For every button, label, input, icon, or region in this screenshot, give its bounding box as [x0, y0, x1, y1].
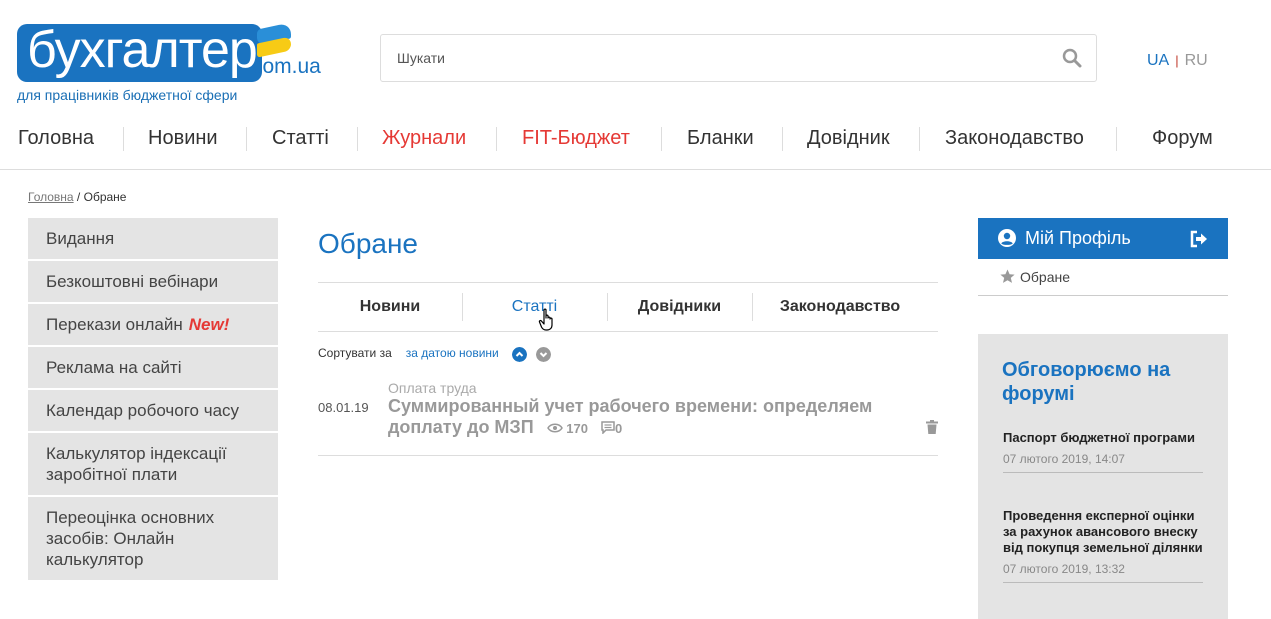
search-icon[interactable]: [1062, 48, 1082, 68]
nav-item-journals[interactable]: Журнали: [382, 127, 466, 150]
nav-divider: [919, 127, 920, 151]
new-badge: New!: [188, 315, 230, 334]
lang-ru-link[interactable]: RU: [1185, 52, 1208, 69]
breadcrumb-current: Обране: [83, 190, 127, 204]
views-count: 170: [566, 421, 588, 436]
favorite-article-item: 08.01.19 Оплата труда Суммированный учет…: [318, 378, 938, 456]
breadcrumb-home-link[interactable]: Головна: [28, 190, 74, 204]
sidebar-item-work-calendar[interactable]: Календар робочого часу: [28, 390, 278, 433]
favorites-link[interactable]: Обране: [978, 259, 1228, 296]
nav-divider: [246, 127, 247, 151]
trash-icon[interactable]: [926, 420, 938, 434]
lang-ua-link[interactable]: UA: [1147, 52, 1169, 69]
comment-icon: [601, 421, 615, 435]
nav-divider: [496, 127, 497, 151]
sidebar-item-online-transfers[interactable]: Перекази онлайн New!: [28, 304, 278, 347]
user-icon: [998, 229, 1016, 247]
nav-divider: [661, 127, 662, 151]
sort-descending-icon[interactable]: [536, 347, 551, 362]
favorites-tabs: Новини Статті Довідники Законодавство: [318, 282, 938, 332]
tab-articles[interactable]: Статті: [462, 283, 607, 331]
sidebar-item-revaluation-calculator[interactable]: Переоцінка основних засобів: Онлайн каль…: [28, 497, 278, 582]
nav-divider: [123, 127, 124, 151]
sidebar-item-free-webinars[interactable]: Безкоштовні вебінари: [28, 261, 278, 304]
article-date: 08.01.19: [318, 400, 369, 415]
article-comments: 0: [601, 421, 622, 436]
star-icon: [1000, 269, 1015, 283]
forum-item[interactable]: Паспорт бюджетної програми 07 лютого 201…: [1003, 430, 1203, 473]
article-views: 170: [546, 421, 588, 436]
lang-separator: |: [1175, 53, 1179, 68]
search-box: [380, 34, 1097, 82]
nav-item-legislation[interactable]: Законодавство: [945, 127, 1084, 150]
nav-item-news[interactable]: Новини: [148, 127, 218, 150]
forum-item-title[interactable]: Паспорт бюджетної програми: [1003, 430, 1203, 446]
forum-panel-title: Обговорюємо на форумі: [1002, 359, 1171, 405]
article-title-link[interactable]: Суммированный учет рабочего времени: опр…: [388, 396, 872, 437]
page-title: Обране: [318, 228, 418, 259]
nav-item-forms[interactable]: Бланки: [687, 127, 754, 150]
breadcrumb: Головна / Обране: [28, 190, 126, 204]
logo-domain-text: com.ua: [252, 55, 321, 78]
logo-box: бухгалтер: [17, 24, 262, 82]
nav-divider: [1116, 127, 1117, 151]
comments-count: 0: [615, 421, 623, 436]
tab-legislation[interactable]: Законодавство: [752, 283, 928, 331]
forum-item[interactable]: Проведення експерної оцінки за рахунок а…: [1003, 508, 1203, 583]
nav-item-home[interactable]: Головна: [18, 127, 94, 150]
nav-item-forum[interactable]: Форум: [1152, 127, 1213, 150]
sidebar-item-label: Перекази онлайн: [46, 315, 183, 334]
sort-by-date-link[interactable]: за датою новини: [406, 346, 499, 360]
main-nav: Головна Новини Статті Журнали FIT-Бюджет…: [0, 115, 1271, 170]
logo-tagline: для працівників бюджетної сфери: [17, 87, 238, 103]
breadcrumb-separator: /: [73, 190, 84, 204]
nav-item-reference[interactable]: Довідник: [807, 127, 890, 150]
sort-ascending-icon[interactable]: [512, 347, 527, 362]
logout-icon[interactable]: [1190, 230, 1208, 248]
logo-main-text: бухгалтер: [27, 24, 258, 79]
my-profile-button[interactable]: Мій Профіль: [978, 218, 1228, 259]
nav-divider: [357, 127, 358, 151]
sort-label: Сортувати за: [318, 346, 392, 360]
left-sidebar-menu: Видання Безкоштовні вебінари Перекази он…: [28, 218, 278, 582]
nav-item-fit-budget[interactable]: FIT-Бюджет: [522, 127, 630, 150]
article-category[interactable]: Оплата труда: [388, 380, 477, 396]
sidebar-item-editions[interactable]: Видання: [28, 218, 278, 261]
article-title-block: Суммированный учет рабочего времени: опр…: [388, 396, 908, 439]
language-switcher: UA | RU: [1147, 52, 1208, 70]
forum-item-date: 07 лютого 2019, 14:07: [1003, 452, 1125, 466]
site-logo[interactable]: бухгалтер com.ua для працівників бюджетн…: [17, 22, 321, 104]
sidebar-item-site-ads[interactable]: Реклама на сайті: [28, 347, 278, 390]
tab-references[interactable]: Довідники: [607, 283, 752, 331]
sidebar-item-indexation-calculator[interactable]: Калькулятор індексації заробітної плати: [28, 433, 278, 497]
forum-item-date: 07 лютого 2019, 13:32: [1003, 562, 1125, 576]
hand-cursor-icon: [538, 308, 553, 331]
profile-label: Мій Профіль: [1025, 228, 1131, 248]
tab-news[interactable]: Новини: [318, 283, 462, 331]
sort-bar: Сортувати за за датою новини: [318, 346, 499, 360]
search-input[interactable]: [381, 35, 1041, 81]
forum-discussion-panel: Обговорюємо на форумі Паспорт бюджетної …: [978, 334, 1228, 619]
favorites-label: Обране: [1020, 269, 1070, 285]
nav-divider: [782, 127, 783, 151]
eye-icon: [546, 423, 563, 433]
forum-item-title[interactable]: Проведення експерної оцінки за рахунок а…: [1003, 508, 1203, 556]
nav-item-articles[interactable]: Статті: [272, 127, 329, 150]
